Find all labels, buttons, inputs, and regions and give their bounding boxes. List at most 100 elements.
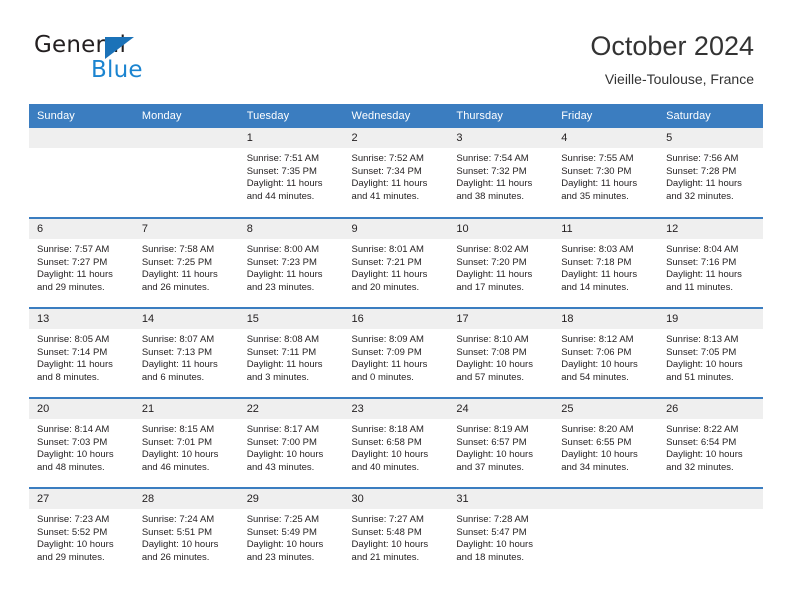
calendar-day-cell[interactable]: 2 Sunrise: 7:52 AM Sunset: 7:34 PM Daylight… [343,128,449,218]
day-number: 13 [29,310,134,329]
sunrise-text: Sunrise: 8:09 AM [351,334,424,345]
sunset-text: Sunset: 5:48 PM [351,526,422,538]
daylight-text-line2: and 32 minutes. [666,461,734,473]
daylight-text-line1: Daylight: 10 hours [456,359,533,371]
calendar-day-cell[interactable]: 27 Sunrise: 7:23 AM Sunset: 5:52 PM Dayligh… [29,487,134,578]
weekday-header-sunday: Sunday [29,104,134,128]
sunset-text: Sunset: 7:06 PM [561,346,632,358]
daylight-text-line2: and 0 minutes. [351,371,414,383]
day-sun-info: Sunrise: 8:02 AM Sunset: 7:20 PM Daylight:… [448,239,553,294]
calendar-day-cell[interactable]: 3 Sunrise: 7:54 AM Sunset: 7:32 PM Daylight… [448,128,554,218]
weekday-header-row: Sunday Monday Tuesday Wednesday Thursday… [29,104,763,128]
sunrise-text: Sunrise: 8:14 AM [37,424,110,435]
calendar-day-cell[interactable]: 7 Sunrise: 7:58 AM Sunset: 7:25 PM Daylight… [133,217,239,308]
calendar-day-cell[interactable]: 18 Sunrise: 8:12 AM Sunset: 7:06 PM Dayligh… [553,307,659,398]
calendar-day-cell[interactable]: 25 Sunrise: 8:20 AM Sunset: 6:55 PM Dayligh… [553,397,659,488]
daylight-text-line1: Daylight: 11 hours [37,359,113,371]
day-cell-inner [29,128,134,216]
calendar-day-cell[interactable]: 9 Sunrise: 8:01 AM Sunset: 7:21 PM Daylight… [343,217,449,308]
calendar-day-cell[interactable]: 28 Sunrise: 7:24 AM Sunset: 5:51 PM Dayligh… [133,487,239,578]
sunrise-text: Sunrise: 8:17 AM [246,424,320,435]
calendar-day-cell[interactable]: 20 Sunrise: 8:14 AM Sunset: 7:03 PM Dayligh… [29,397,134,488]
sunrise-text: Sunrise: 8:10 AM [456,334,529,345]
calendar-week-row: 20 Sunrise: 8:14 AM Sunset: 7:03 PM Dayligh… [29,397,763,488]
calendar-day-cell[interactable]: 17 Sunrise: 8:10 AM Sunset: 7:08 PM Dayligh… [448,307,554,398]
day-sun-info: Sunrise: 7:28 AM Sunset: 5:47 PM Daylight:… [448,509,553,564]
calendar-day-cell[interactable]: 10 Sunrise: 8:02 AM Sunset: 7:20 PM Dayligh… [448,217,554,308]
day-number: 24 [448,400,554,419]
daylight-text-line1: Daylight: 10 hours [561,359,638,371]
general-blue-logo[interactable]: General Blue [34,32,234,88]
day-cell-inner: 15 Sunrise: 8:08 AM Sunset: 7:11 PM Dayligh… [238,310,344,397]
sunrise-text: Sunrise: 8:04 AM [666,244,739,255]
day-number [658,490,763,509]
sunrise-text: Sunrise: 7:25 AM [246,514,320,525]
calendar-day-cell[interactable]: 29 Sunrise: 7:25 AM Sunset: 5:49 PM Dayligh… [238,487,344,578]
day-sun-info: Sunrise: 8:08 AM Sunset: 7:11 PM Daylight:… [239,329,344,384]
calendar-day-cell[interactable]: 11 Sunrise: 8:03 AM Sunset: 7:18 PM Dayligh… [553,217,659,308]
day-sun-info: Sunrise: 7:54 AM Sunset: 7:32 PM Daylight:… [448,148,553,203]
calendar-day-cell[interactable]: 5 Sunrise: 7:56 AM Sunset: 7:28 PM Daylight… [658,128,763,218]
calendar-day-cell[interactable]: 1 Sunrise: 7:51 AM Sunset: 7:35 PM Daylight… [238,128,344,218]
day-sun-info: Sunrise: 8:12 AM Sunset: 7:06 PM Daylight:… [553,329,658,384]
day-number: 11 [553,220,659,239]
daylight-text-line1: Daylight: 10 hours [37,539,114,551]
day-sun-info: Sunrise: 7:25 AM Sunset: 5:49 PM Daylight:… [239,509,344,564]
sunset-text: Sunset: 7:34 PM [351,165,422,177]
day-number: 27 [29,490,134,509]
daylight-text-line2: and 48 minutes. [37,461,105,473]
day-cell-inner: 31 Sunrise: 7:28 AM Sunset: 5:47 PM Dayligh… [448,490,554,577]
calendar-day-cell[interactable]: 13 Sunrise: 8:05 AM Sunset: 7:14 PM Dayligh… [29,307,134,398]
daylight-text-line1: Daylight: 11 hours [351,359,428,371]
calendar-day-cell[interactable]: 21 Sunrise: 8:15 AM Sunset: 7:01 PM Dayligh… [133,397,239,488]
calendar-day-cell[interactable]: 4 Sunrise: 7:55 AM Sunset: 7:30 PM Daylight… [553,128,659,218]
sunrise-text: Sunrise: 7:55 AM [561,153,634,164]
sunset-text: Sunset: 7:32 PM [456,165,527,177]
weekday-header-monday: Monday [133,104,239,128]
day-cell-inner: 14 Sunrise: 8:07 AM Sunset: 7:13 PM Dayligh… [133,310,239,397]
day-number [133,128,239,148]
sunset-text: Sunset: 7:35 PM [246,165,317,177]
day-number: 10 [448,220,554,239]
day-sun-info: Sunrise: 7:57 AM Sunset: 7:27 PM Daylight:… [29,239,134,294]
calendar-day-cell[interactable]: 30 Sunrise: 7:27 AM Sunset: 5:48 PM Dayligh… [343,487,449,578]
calendar-day-cell[interactable]: 14 Sunrise: 8:07 AM Sunset: 7:13 PM Dayligh… [133,307,239,398]
calendar-day-cell[interactable]: 16 Sunrise: 8:09 AM Sunset: 7:09 PM Dayligh… [343,307,449,398]
daylight-text-line2: and 41 minutes. [351,190,420,202]
day-sun-info: Sunrise: 8:22 AM Sunset: 6:54 PM Daylight:… [658,419,763,474]
sunset-text: Sunset: 7:30 PM [561,165,632,177]
calendar-day-cell[interactable]: 19 Sunrise: 8:13 AM Sunset: 7:05 PM Dayligh… [658,307,763,398]
calendar-page: General Blue October 2024 Vieille-Toulou… [0,0,792,612]
day-sun-info: Sunrise: 7:27 AM Sunset: 5:48 PM Daylight:… [344,509,449,564]
calendar-day-cell[interactable]: 24 Sunrise: 8:19 AM Sunset: 6:57 PM Dayligh… [448,397,554,488]
day-number: 22 [238,400,344,419]
sunset-text: Sunset: 7:25 PM [141,256,213,268]
daylight-text-line1: Daylight: 10 hours [246,449,324,461]
sunrise-text: Sunrise: 7:57 AM [37,244,110,255]
calendar-day-cell[interactable]: 12 Sunrise: 8:04 AM Sunset: 7:16 PM Dayligh… [658,217,763,308]
calendar-day-cell[interactable]: 23 Sunrise: 8:18 AM Sunset: 6:58 PM Dayligh… [343,397,449,488]
calendar-body: 1 Sunrise: 7:51 AM Sunset: 7:35 PM Daylight… [29,128,763,578]
day-number: 25 [553,400,659,419]
day-number: 17 [448,310,554,329]
sunrise-text: Sunrise: 8:13 AM [666,334,739,345]
daylight-text-line2: and 3 minutes. [246,371,310,383]
calendar-day-cell[interactable]: 8 Sunrise: 8:00 AM Sunset: 7:23 PM Daylight… [238,217,344,308]
day-number: 20 [29,400,134,419]
sunrise-text: Sunrise: 7:52 AM [351,153,424,164]
sunset-text: Sunset: 5:52 PM [37,526,108,538]
calendar-day-cell[interactable]: 31 Sunrise: 7:28 AM Sunset: 5:47 PM Dayligh… [448,487,554,578]
daylight-text-line2: and 57 minutes. [456,371,524,383]
calendar-day-cell[interactable]: 15 Sunrise: 8:08 AM Sunset: 7:11 PM Dayligh… [238,307,344,398]
sunrise-text: Sunrise: 8:00 AM [246,244,320,255]
daylight-text-line2: and 23 minutes. [246,551,315,563]
calendar-day-cell[interactable]: 26 Sunrise: 8:22 AM Sunset: 6:54 PM Dayligh… [658,397,763,488]
daylight-text-line1: Daylight: 10 hours [246,539,324,551]
day-number: 5 [658,128,763,148]
calendar-day-cell[interactable]: 6 Sunrise: 7:57 AM Sunset: 7:27 PM Daylight… [29,217,134,308]
day-cell-inner: 24 Sunrise: 8:19 AM Sunset: 6:57 PM Dayligh… [448,400,554,487]
calendar-day-cell[interactable]: 22 Sunrise: 8:17 AM Sunset: 7:00 PM Dayligh… [238,397,344,488]
daylight-text-line2: and 54 minutes. [561,371,629,383]
daylight-text-line2: and 21 minutes. [351,551,420,563]
day-cell-inner: 10 Sunrise: 8:02 AM Sunset: 7:20 PM Dayligh… [448,220,554,307]
